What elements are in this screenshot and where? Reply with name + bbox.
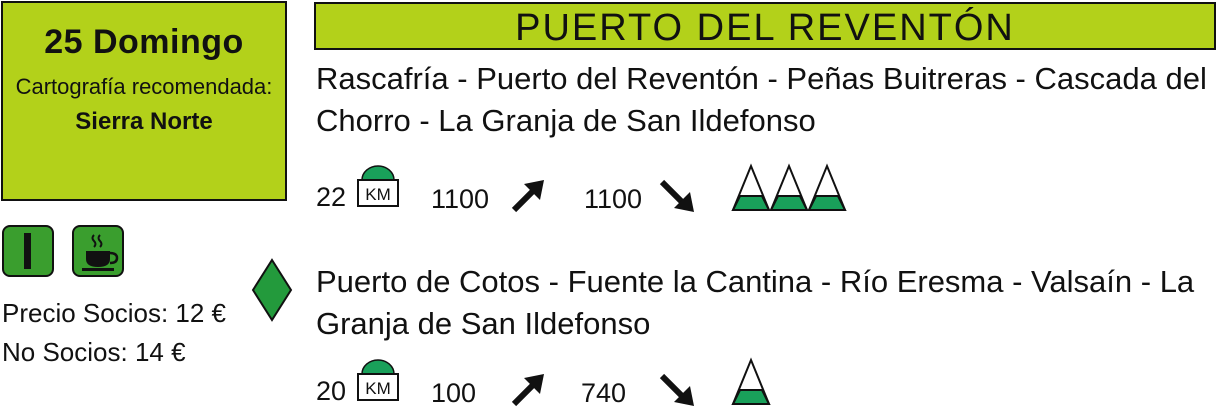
cartography-label: Cartografía recomendada: (15, 74, 273, 99)
price-non-members: No Socios: 14 € (2, 337, 186, 367)
descent-arrow-icon (659, 373, 694, 406)
route-2-ascent: 100 (431, 378, 477, 408)
route-1-km-label: KM (365, 185, 391, 204)
route-1-stats: 22 KM 1100 1100 (316, 162, 1216, 222)
km-icon: KM (357, 165, 399, 207)
date-box: 25 Domingo Cartografía recomendada: Sier… (1, 1, 287, 201)
km-icon: KM (357, 359, 399, 401)
route-1-difficulty (731, 163, 847, 211)
ascent-arrow-icon (511, 374, 544, 407)
descent-arrow-icon (659, 179, 694, 212)
route-1-descent: 1100 (584, 184, 643, 214)
route-2-description: Puerto de Cotos - Fuente la Cantina - Rí… (316, 264, 1195, 341)
excursion-title: PUERTO DEL REVENTÓN (314, 2, 1216, 50)
mountain-icon (731, 163, 771, 211)
route-2-difficulty (731, 357, 771, 405)
route-1-ascent: 1100 (431, 184, 490, 214)
route-2-descent: 740 (581, 378, 627, 408)
coffee-cup-icon (72, 225, 124, 277)
price-members: Precio Socios: 12 € (2, 298, 227, 328)
mountain-icon (769, 163, 809, 211)
cartography-value: Sierra Norte (75, 108, 213, 135)
diamond-icon (251, 258, 293, 322)
ascent-arrow-icon (511, 180, 544, 213)
excursion-date: 25 Domingo (44, 23, 244, 61)
mountain-icon (731, 357, 771, 405)
route-2-stats: 20 KM 100 740 (316, 354, 1216, 414)
route-2-distance: 20 (316, 376, 347, 406)
mountain-icon (807, 163, 847, 211)
route-1-distance: 22 (316, 182, 347, 212)
level-I-icon (2, 225, 54, 277)
route-1-description: Rascafría - Puerto del Reventón - Peñas … (316, 61, 1207, 138)
route-2-km-label: KM (365, 379, 391, 398)
